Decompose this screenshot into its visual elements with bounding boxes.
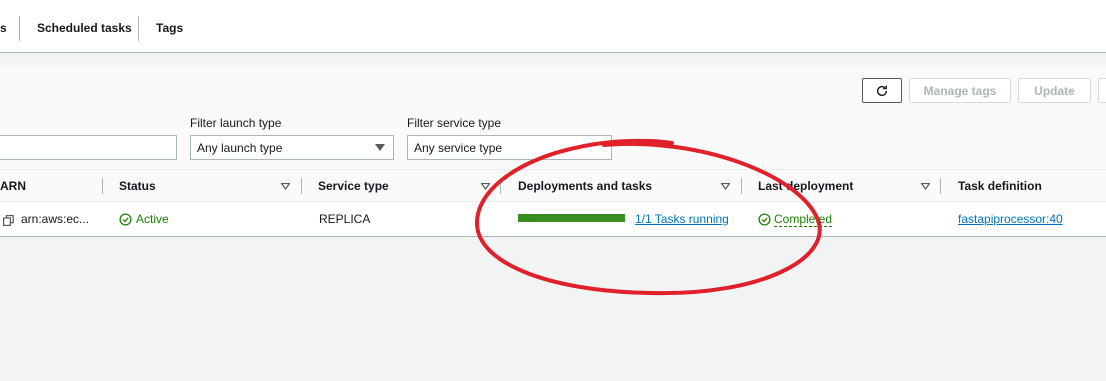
search-input[interactable] — [0, 135, 177, 160]
sort-caret-icon[interactable] — [481, 183, 490, 190]
col-arn[interactable]: ARN — [0, 179, 26, 193]
check-circle-icon — [119, 212, 132, 226]
tasks-progress-fill — [518, 214, 625, 222]
manage-tags-button[interactable]: Manage tags — [909, 78, 1011, 103]
arn-value: arn:aws:ec... — [21, 212, 90, 226]
tab-tags[interactable]: Tags — [156, 21, 183, 35]
service-type-value: REPLICA — [319, 212, 371, 226]
col-divider — [500, 178, 501, 194]
sort-caret-icon[interactable] — [921, 183, 930, 190]
panel-toolbar: Manage tags Update Filter launch type An… — [0, 65, 1106, 170]
more-button[interactable] — [1098, 78, 1106, 103]
col-divider — [741, 178, 742, 194]
col-divider — [940, 178, 941, 194]
dropdown-caret-icon — [375, 144, 385, 151]
refresh-button[interactable] — [862, 78, 902, 103]
col-last-deployment[interactable]: Last deployment — [758, 179, 853, 193]
services-panel: Manage tags Update Filter launch type An… — [0, 65, 1106, 237]
copy-icon[interactable] — [3, 215, 14, 226]
col-status[interactable]: Status — [119, 179, 156, 193]
last-deployment-text: Completed — [774, 212, 833, 227]
tasks-progress-bar — [518, 214, 625, 222]
col-divider — [102, 178, 103, 194]
task-definition-link[interactable]: fastapiprocessor:40 — [958, 212, 1063, 226]
status-text: Active — [136, 212, 169, 226]
tasks-running-link[interactable]: 1/1 Tasks running — [635, 212, 729, 226]
col-service-type[interactable]: Service type — [318, 179, 389, 193]
tab-divider — [19, 16, 20, 41]
filter-launch-type-label: Filter launch type — [190, 116, 282, 130]
service-type-select[interactable]: Any service type — [407, 135, 612, 160]
service-type-value: Any service type — [414, 140, 503, 155]
col-task-definition[interactable]: Task definition — [958, 179, 1042, 193]
tabs-bar: s Scheduled tasks Tags — [0, 0, 1106, 53]
table-header: ARN Status Service type Deployments and … — [0, 170, 1106, 202]
col-divider — [301, 178, 302, 194]
filter-service-type-label: Filter service type — [407, 116, 502, 130]
status-badge: Active — [119, 212, 169, 226]
last-deployment-status[interactable]: Completed — [758, 212, 833, 227]
tab-divider — [138, 16, 139, 41]
update-button[interactable]: Update — [1018, 78, 1091, 103]
sort-caret-icon[interactable] — [281, 183, 290, 190]
check-circle-icon — [758, 213, 771, 226]
launch-type-value: Any launch type — [197, 140, 283, 155]
launch-type-select[interactable]: Any launch type — [190, 135, 394, 160]
sort-caret-icon[interactable] — [721, 183, 730, 190]
col-deployments-tasks[interactable]: Deployments and tasks — [518, 179, 652, 193]
tab-services[interactable]: s — [0, 21, 7, 35]
refresh-icon — [876, 85, 888, 96]
tab-scheduled-tasks[interactable]: Scheduled tasks — [37, 21, 132, 35]
